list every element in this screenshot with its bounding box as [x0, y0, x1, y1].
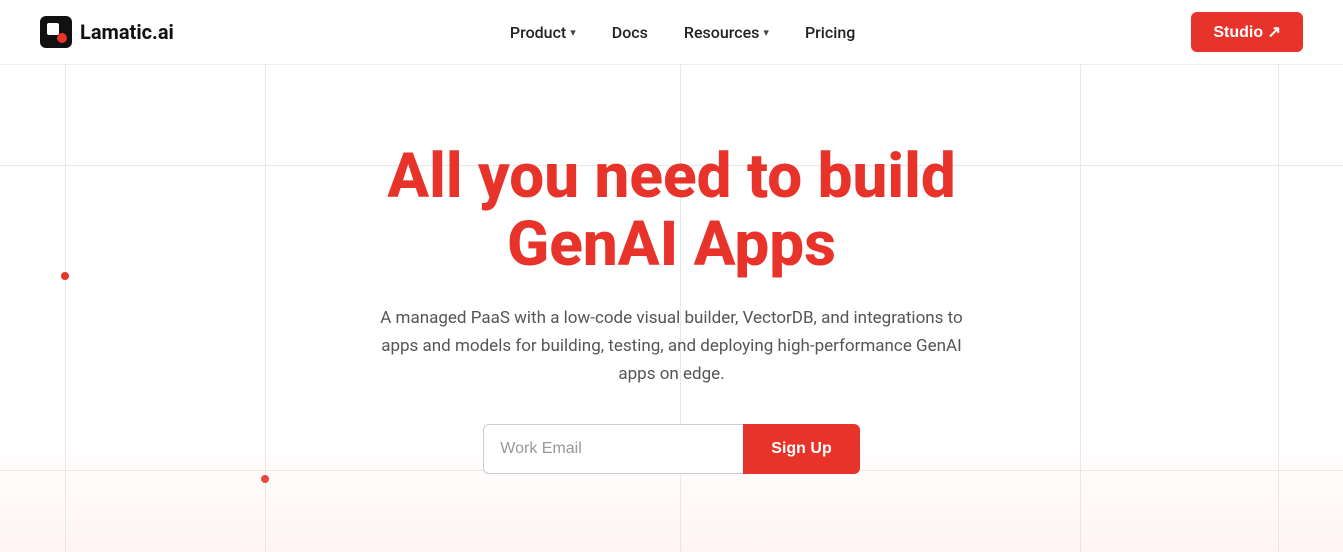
chevron-down-icon: ▾ — [570, 26, 576, 39]
nav-label-resources: Resources — [684, 23, 760, 42]
grid-line — [1080, 65, 1081, 552]
hero-content: All you need to build GenAI Apps A manag… — [352, 143, 992, 474]
nav-item-product[interactable]: Product ▾ — [510, 23, 576, 42]
email-input[interactable] — [483, 424, 743, 474]
cta-row: Sign Up — [372, 424, 972, 474]
hero-title-line1: All you need to build — [387, 140, 956, 213]
logo-text: Lamatic.ai — [80, 20, 174, 44]
nav-label-pricing: Pricing — [805, 23, 855, 42]
signup-button[interactable]: Sign Up — [743, 424, 859, 474]
logo[interactable]: Lamatic.ai — [40, 16, 174, 48]
signup-label: Sign Up — [771, 440, 831, 457]
hero-section: All you need to build GenAI Apps A manag… — [0, 65, 1343, 552]
logo-icon — [40, 16, 72, 48]
studio-label: Studio ↗ — [1213, 22, 1281, 42]
nav-item-pricing[interactable]: Pricing — [805, 23, 855, 42]
navbar: Lamatic.ai Product ▾ Docs Resources ▾ Pr… — [0, 0, 1343, 65]
nav-label-product: Product — [510, 23, 566, 42]
nav-item-resources[interactable]: Resources ▾ — [684, 23, 769, 42]
red-dot-2 — [261, 475, 269, 483]
chevron-down-icon-resources: ▾ — [763, 26, 769, 39]
hero-title-line2: GenAI Apps — [507, 208, 836, 281]
hero-title: All you need to build GenAI Apps — [372, 143, 972, 279]
studio-button[interactable]: Studio ↗ — [1191, 12, 1303, 52]
red-dot — [61, 272, 69, 280]
hero-subtitle: A managed PaaS with a low-code visual bu… — [372, 304, 972, 388]
nav-links: Product ▾ Docs Resources ▾ Pricing — [510, 23, 855, 42]
grid-line — [265, 65, 266, 552]
nav-item-docs[interactable]: Docs — [612, 23, 648, 42]
nav-label-docs: Docs — [612, 23, 648, 42]
grid-line — [65, 65, 66, 552]
grid-line — [1278, 65, 1279, 552]
nav-right: Studio ↗ — [1191, 12, 1303, 52]
